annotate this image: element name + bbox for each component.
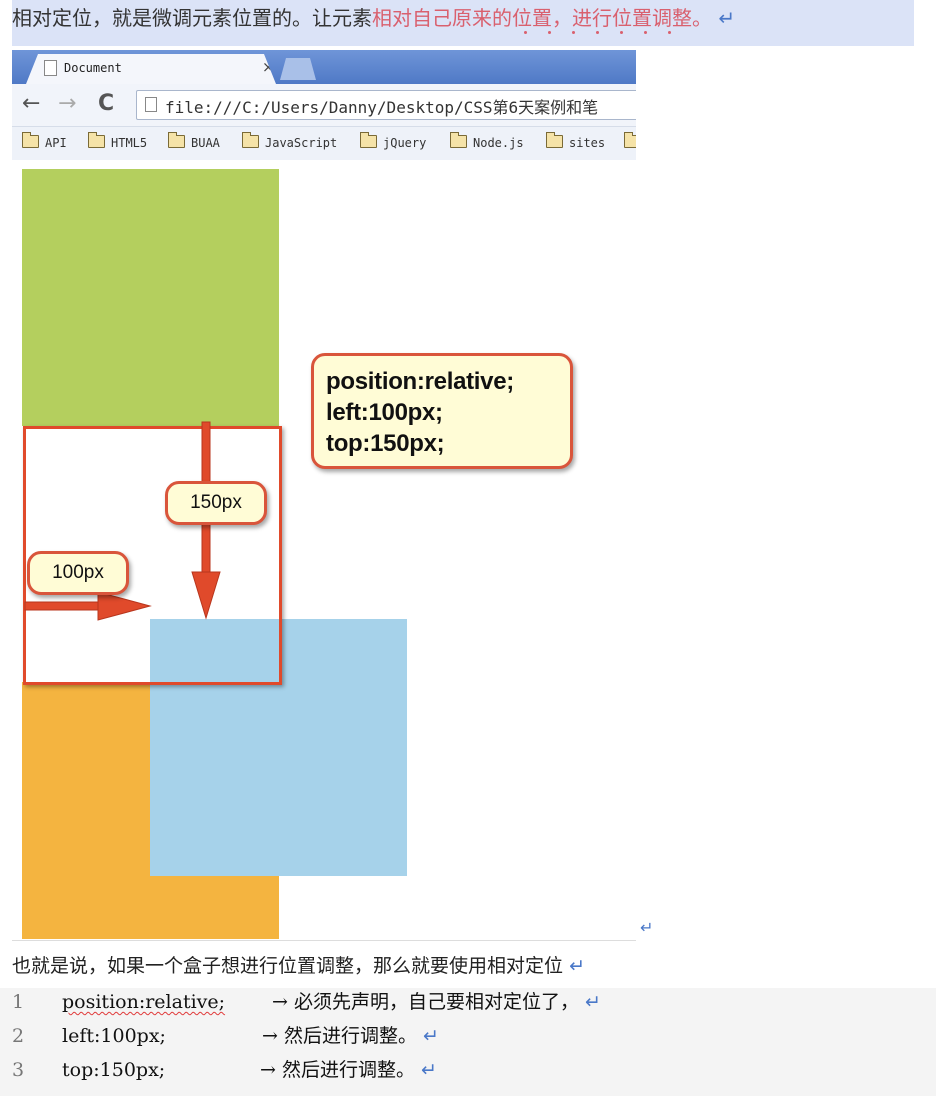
divider <box>12 940 636 941</box>
code-block: 1 position:relative; → 必须先声明，自己要相对定位了， ↵… <box>0 988 936 1096</box>
line-number: 3 <box>12 1059 25 1081</box>
code-text: left:100px; <box>62 1025 166 1047</box>
line-number: 2 <box>12 1025 25 1047</box>
summary-text: 也就是说，如果一个盒子想进行位置调整，那么就要使用相对定位 <box>12 955 564 977</box>
code-comment: → 然后进行调整。 ↵ <box>262 1025 439 1047</box>
vertical-arrow-head <box>191 571 221 620</box>
code-line: 3 top:150px; → 然后进行调整。 ↵ <box>0 1056 936 1088</box>
horizontal-arrow-head <box>97 591 152 621</box>
offset-arrows <box>24 421 221 621</box>
summary-paragraph: 也就是说，如果一个盒子想进行位置调整，那么就要使用相对定位 ↵ <box>12 953 585 979</box>
return-mark-icon: ↵ <box>423 1025 439 1047</box>
code-text: top:150px; <box>62 1059 166 1081</box>
code-line: 2 left:100px; → 然后进行调整。 ↵ <box>0 1022 936 1054</box>
label-100px: 100px <box>27 551 129 595</box>
code-text: position:relative; <box>62 991 226 1013</box>
css-code-callout: position:relative; left:100px; top:150px… <box>311 353 573 469</box>
callout-line-position: position:relative; <box>326 368 514 395</box>
return-mark-icon: ↵ <box>585 991 601 1013</box>
return-mark-icon: ↵ <box>569 955 585 977</box>
label-150px: 150px <box>165 481 267 525</box>
code-comment: → 必须先声明，自己要相对定位了， ↵ <box>272 991 601 1013</box>
return-mark-icon: ↵ <box>640 918 654 937</box>
line-number: 1 <box>12 991 25 1013</box>
return-mark-icon: ↵ <box>421 1059 437 1081</box>
code-comment: → 然后进行调整。 ↵ <box>260 1059 437 1081</box>
callout-line-top: top:150px; <box>326 430 445 457</box>
callout-line-left: left:100px; <box>326 399 443 426</box>
horizontal-arrow-shaft <box>24 601 110 611</box>
code-line: 1 position:relative; → 必须先声明，自己要相对定位了， ↵ <box>0 988 936 1020</box>
